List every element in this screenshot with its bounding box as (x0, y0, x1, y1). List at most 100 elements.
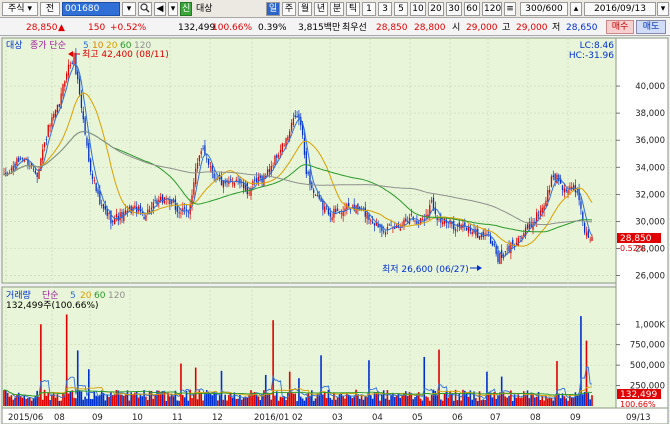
range-spin-icon[interactable]: ▴ (570, 2, 582, 16)
volume-bar (263, 390, 265, 406)
period-year-button[interactable]: 년 (314, 2, 328, 16)
volume-bar (384, 398, 387, 406)
price-legend-type: 종가 단순 (30, 40, 66, 51)
volume-bar (121, 394, 123, 406)
buy-button[interactable]: 매수 (606, 20, 634, 34)
candle-body (222, 180, 224, 188)
minute-option-30[interactable]: 30 (446, 2, 462, 16)
candle-body (101, 204, 103, 206)
candle-body (324, 206, 326, 213)
volume-bar (301, 398, 304, 406)
volume-legend-name: 거래량 (6, 289, 31, 301)
candle-body (10, 168, 13, 171)
candle-body (410, 214, 413, 216)
sin-badge[interactable]: 신 (180, 2, 192, 16)
volume-bar (8, 396, 11, 406)
volume-bar (556, 361, 558, 406)
volume-bar (224, 394, 226, 406)
candle-body (587, 230, 589, 238)
volume-bar (6, 392, 9, 406)
volume-bar (535, 396, 538, 406)
code-dropdown-icon[interactable]: ▾ (122, 2, 136, 16)
volume-bar (69, 391, 72, 406)
minute-option-5[interactable]: 5 (394, 2, 408, 16)
volume-bar (21, 397, 24, 406)
candle-body (207, 159, 210, 165)
candle-body (279, 149, 282, 153)
candle-body (69, 65, 72, 66)
volume-bar (95, 395, 97, 406)
arrow-down-icon[interactable]: ▾ (168, 2, 178, 16)
minute-option-60[interactable]: 60 (464, 2, 480, 16)
period-minute-button[interactable]: 분 (330, 2, 344, 16)
period-tick-button[interactable]: 틱 (346, 2, 360, 16)
price-tick-label: 38,000 (635, 109, 665, 119)
candle-body (64, 81, 66, 87)
minute-option-120[interactable]: 120 (482, 2, 502, 16)
jeon-toggle[interactable]: 전 (40, 2, 60, 16)
candle-body (71, 62, 73, 64)
volume-bar (412, 399, 415, 406)
candle-body (277, 155, 280, 157)
time-tick-label: 03 (332, 413, 343, 423)
volume-bar (38, 397, 40, 406)
range-input[interactable]: 300/600 (520, 2, 568, 16)
volume-bar (123, 395, 125, 406)
candle-body (156, 200, 158, 204)
candle-body (244, 184, 247, 191)
up-arrow-icon: ▲ (58, 23, 65, 33)
volume-value: 132,499 (178, 23, 216, 33)
volume-bar (565, 398, 567, 406)
volume-bar (47, 392, 50, 406)
volume-bar (358, 398, 361, 406)
volume-bar (539, 399, 542, 406)
volume-bar (366, 397, 368, 406)
candle-body (268, 169, 271, 172)
period-week-button[interactable]: 주 (282, 2, 296, 16)
volume-bar (460, 400, 462, 406)
volume-bar (462, 389, 464, 406)
market-select[interactable]: 주식 ▾ (2, 2, 38, 16)
minute-option-3[interactable]: 3 (378, 2, 392, 16)
volume-bar (124, 394, 127, 406)
candle-body (93, 180, 95, 182)
stock-code-input[interactable]: 001680 (62, 2, 120, 16)
candle-body (134, 205, 136, 209)
period-month-button[interactable]: 월 (298, 2, 312, 16)
current-price-tag-text: 28,850 (620, 234, 652, 244)
candle-body (34, 170, 36, 174)
minute-option-1[interactable]: 1 (362, 2, 376, 16)
date-input[interactable]: 2016/09/13 (584, 2, 656, 16)
search-icon[interactable] (138, 2, 152, 16)
candle-body (493, 243, 495, 246)
volume-bar (240, 399, 243, 406)
settings-icon[interactable]: ≡ (504, 2, 516, 16)
candle-body (45, 139, 48, 140)
volume-bar (119, 394, 121, 406)
current-volume-pct-tag: 100.66% (620, 400, 656, 409)
volume-bar (467, 396, 470, 406)
candle-body (467, 226, 470, 233)
minute-option-20[interactable]: 20 (428, 2, 444, 16)
candle-body (561, 185, 564, 191)
candle-body (453, 221, 455, 230)
volume-ratio: 100.66% (212, 23, 253, 33)
volume-bar (382, 390, 385, 406)
volume-bar (54, 397, 57, 406)
high-price: 29,000 (516, 23, 548, 33)
volume-bar (323, 391, 326, 406)
candle-body (259, 175, 261, 178)
volume-bar (237, 398, 239, 406)
volume-bar (89, 398, 92, 406)
sell-button[interactable]: 매도 (636, 20, 666, 34)
period-day-button[interactable]: 일 (266, 2, 280, 16)
candle-body (478, 235, 481, 240)
price-tick-label: 34,000 (635, 163, 665, 173)
minute-option-10[interactable]: 10 (410, 2, 426, 16)
stock-chart[interactable]: 26,000 28,000 30,000 32,000 34,000 36,000 38,0… (0, 36, 670, 424)
volume-bar (421, 400, 424, 406)
time-tick-label: 2015/06 (8, 413, 43, 423)
volume-bar (495, 398, 497, 406)
calendar-icon[interactable]: ▾ (657, 2, 669, 16)
speaker-icon[interactable]: ◀ (154, 2, 166, 16)
